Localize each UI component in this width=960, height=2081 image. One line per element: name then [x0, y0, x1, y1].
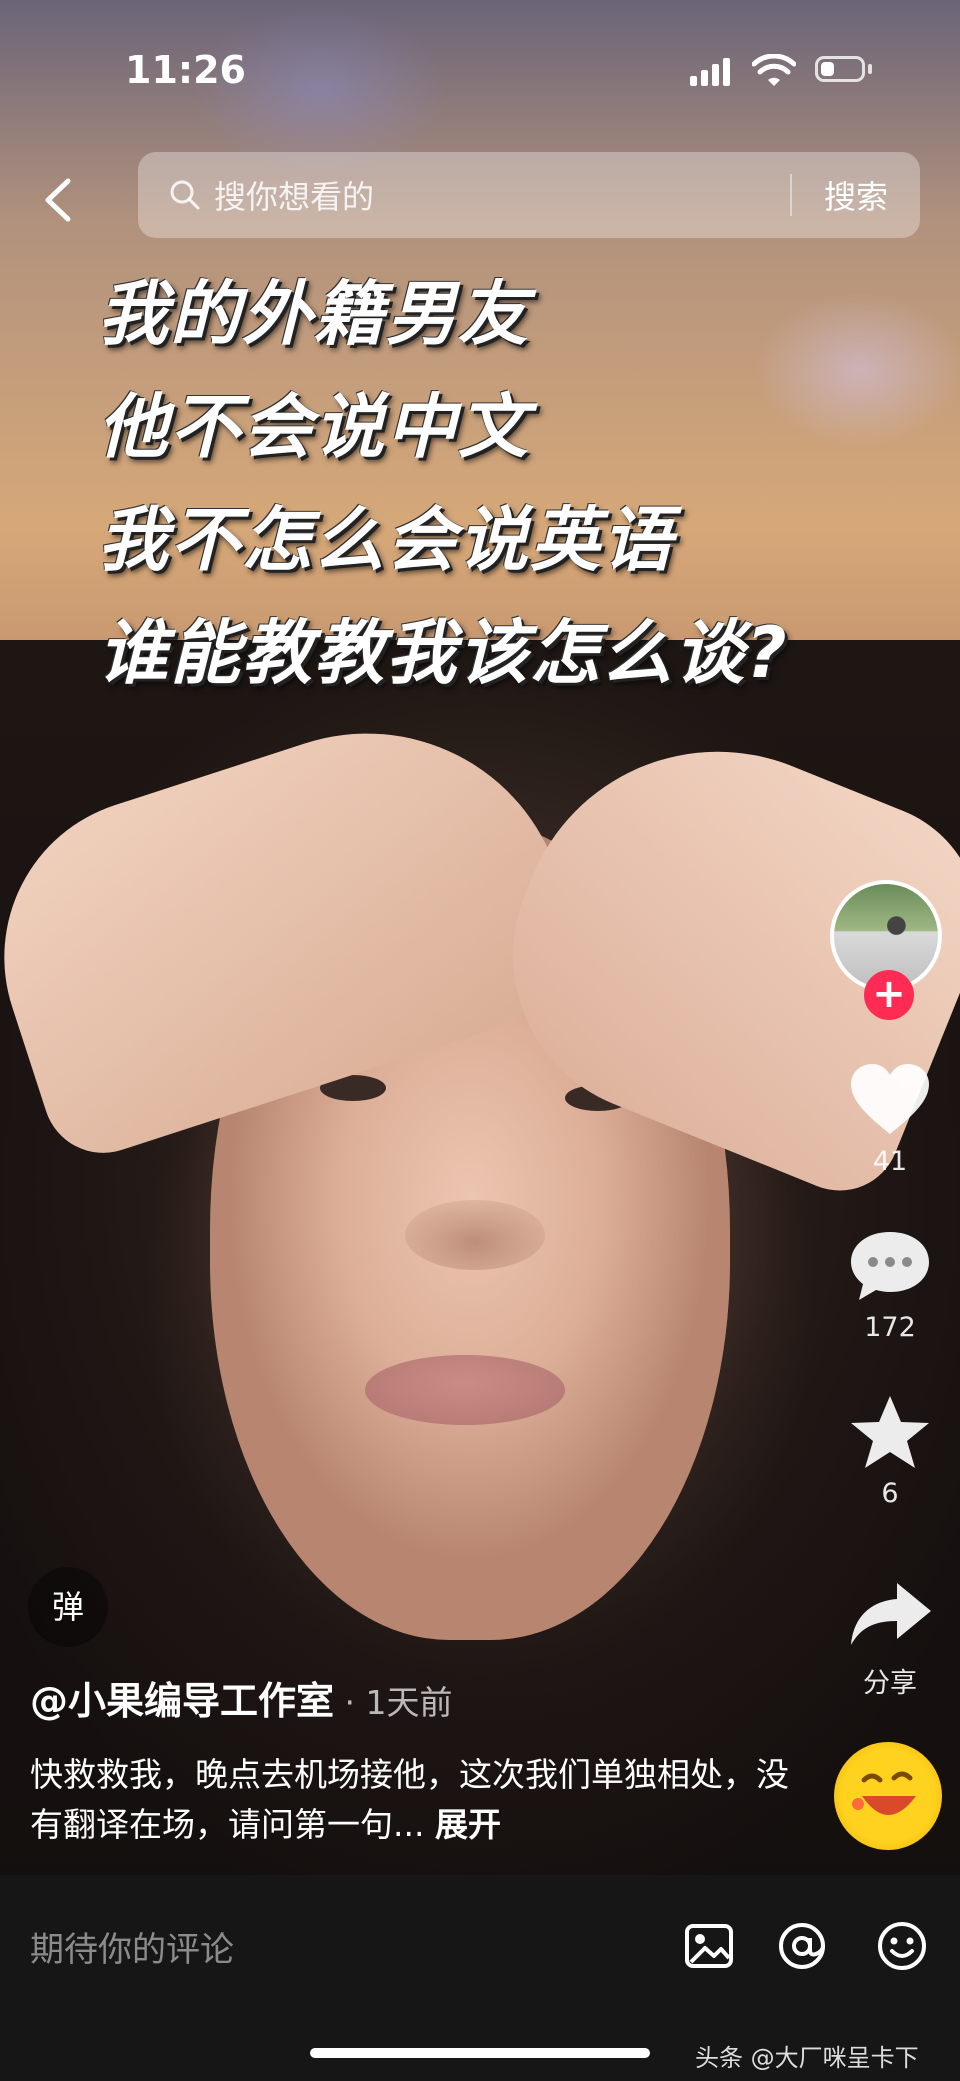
caption-line: 他不会说中文	[98, 386, 530, 468]
music-disc[interactable]	[834, 1742, 942, 1850]
search-icon	[170, 180, 200, 210]
search-input[interactable]: 搜你想看的	[214, 172, 790, 218]
comment-count: 172	[864, 1312, 916, 1343]
follow-button[interactable]: +	[864, 970, 914, 1020]
post-time: · 1天前	[334, 1683, 453, 1722]
back-icon[interactable]	[40, 175, 80, 225]
star-icon	[851, 1396, 929, 1468]
video-description: 快救救我，晚点去机场接他，这次我们单独相处，没有翻译在场，请问第一句... 展开	[30, 1750, 790, 1850]
like-count: 41	[872, 1146, 908, 1177]
comment-input[interactable]: 期待你的评论	[30, 1922, 234, 1971]
expand-link[interactable]: 展开	[435, 1805, 501, 1844]
search-bar[interactable]: 搜你想看的 搜索	[138, 152, 920, 238]
image-icon[interactable]	[683, 1920, 735, 1972]
caption-line: 我不怎么会说英语	[98, 499, 674, 581]
wifi-icon	[752, 54, 796, 86]
watermark: 头条 @大厂咪呈卡下	[695, 2044, 919, 2072]
video-caption-overlay: 我的外籍男友 他不会说中文 我不怎么会说英语 谁能教教我该怎么谈?	[98, 258, 789, 710]
author-name[interactable]: @小果编导工作室	[30, 1679, 334, 1723]
mention-icon[interactable]	[776, 1920, 828, 1972]
share-arrow-icon	[851, 1583, 931, 1645]
share-label: 分享	[863, 1668, 917, 1699]
heart-icon	[851, 1064, 929, 1134]
emoji-icon[interactable]	[876, 1920, 928, 1972]
like-button[interactable]: 41	[840, 1060, 940, 1177]
battery-icon	[815, 56, 865, 82]
laughing-emoji-icon	[852, 1771, 916, 1815]
lips	[365, 1355, 565, 1425]
comment-icon	[851, 1232, 929, 1300]
caption-line: 我的外籍男友	[98, 273, 530, 355]
search-button[interactable]: 搜索	[792, 172, 920, 218]
favorite-count: 6	[881, 1478, 899, 1509]
status-time: 11:26	[125, 48, 246, 92]
favorite-button[interactable]: 6	[840, 1392, 940, 1509]
caption-line: 谁能教教我该怎么谈?	[98, 612, 789, 694]
danmu-toggle[interactable]: 弹	[28, 1567, 108, 1647]
description-text: 快救救我，晚点去机场接他，这次我们单独相处，没有翻译在场，请问第一句...	[30, 1755, 789, 1844]
comment-button[interactable]: 172	[840, 1226, 940, 1343]
battery-cap	[868, 64, 872, 74]
cellular-signal-icon	[690, 58, 730, 86]
nose	[405, 1200, 545, 1270]
share-button[interactable]: 分享	[840, 1575, 940, 1700]
home-indicator[interactable]	[310, 2048, 650, 2058]
author-line: @小果编导工作室 · 1天前	[30, 1670, 452, 1725]
